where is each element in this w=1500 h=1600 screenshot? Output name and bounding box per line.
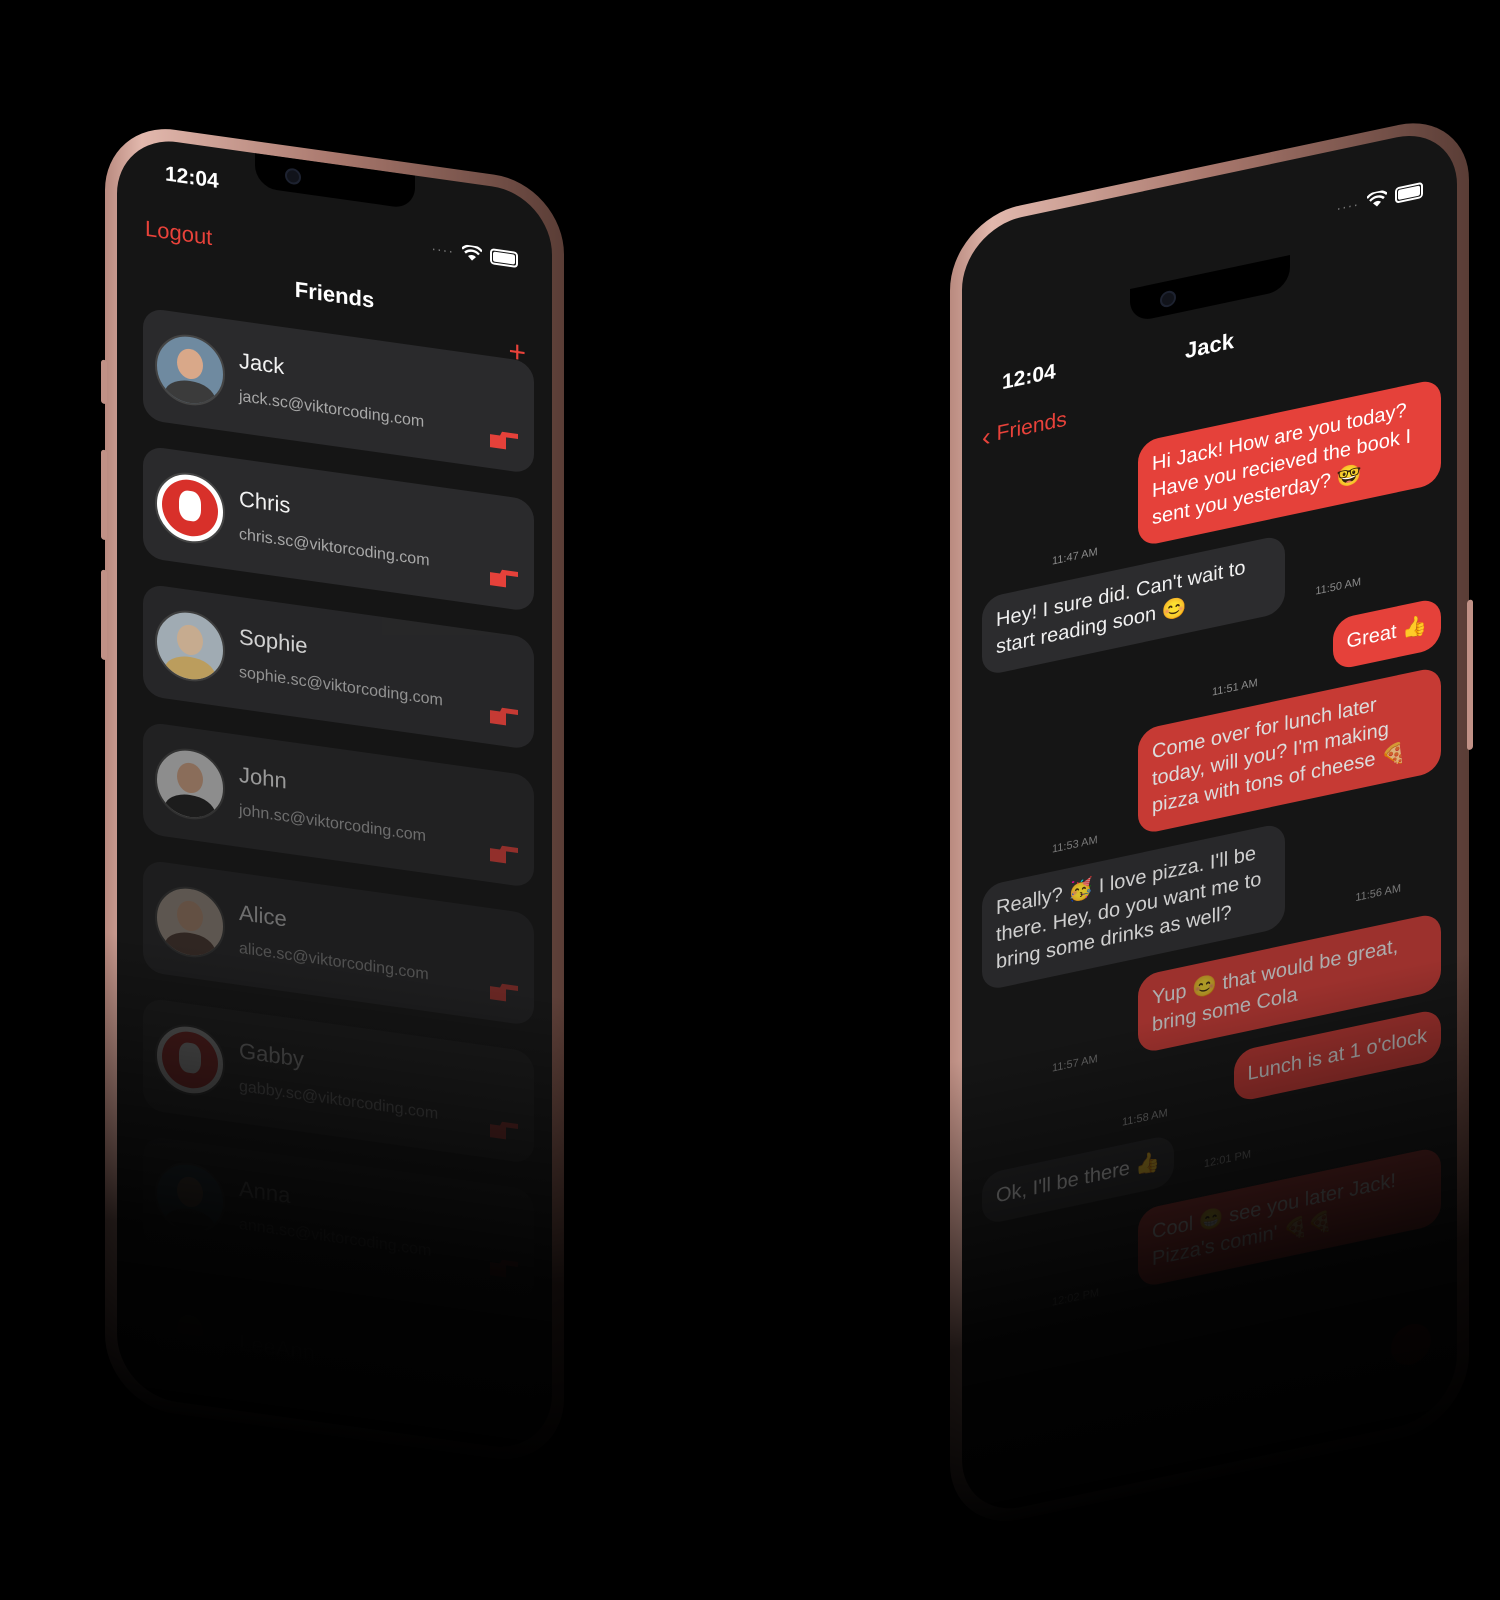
notch: [1129, 255, 1290, 324]
message-time: 11:47 AM: [1052, 545, 1098, 568]
message-time: 11:53 AM: [1052, 833, 1098, 856]
chat-phone: 12:04 ···· Jack ‹ Friends Hi Jack! How a…: [950, 110, 1473, 1535]
friend-row[interactable]: Chris chris.sc@viktorcoding.com: [143, 445, 534, 613]
friend-row[interactable]: Anna anna.sc@viktorcoding.com: [143, 1135, 534, 1303]
message-time: 12:01 PM: [1203, 1148, 1251, 1171]
message-time: 11:56 AM: [1355, 882, 1401, 905]
friend-row[interactable]: LeeAnn: [143, 1273, 534, 1441]
avatar: [155, 744, 225, 824]
back-button[interactable]: ‹ Friends: [982, 407, 1067, 453]
status-icons: ····: [431, 239, 518, 269]
pointing-hand-icon[interactable]: [488, 842, 520, 868]
message-time: 11:51 AM: [1212, 676, 1258, 699]
wifi-icon: [1366, 189, 1388, 209]
chevron-left-icon: ‹: [982, 420, 991, 453]
friend-row[interactable]: John john.sc@viktorcoding.com: [143, 721, 534, 889]
status-time: 12:04: [165, 162, 219, 193]
friend-row[interactable]: Gabby gabby.sc@viktorcoding.com: [143, 997, 534, 1165]
logout-button[interactable]: Logout: [145, 216, 212, 251]
message-time: 11:57 AM: [1052, 1052, 1098, 1075]
camera: [1159, 289, 1176, 309]
pointing-hand-icon[interactable]: [488, 1118, 520, 1144]
battery-icon: [490, 248, 518, 269]
friend-row[interactable]: Alice alice.sc@viktorcoding.com: [143, 859, 534, 1027]
wifi-icon: [461, 244, 483, 263]
friend-row[interactable]: Jack jack.sc@viktorcoding.com: [143, 307, 534, 475]
avatar: [155, 1158, 225, 1238]
message-time: 11:58 AM: [1122, 1107, 1168, 1129]
message-list: Hi Jack! How are you today? Have you rec…: [982, 377, 1441, 1340]
pointing-hand-icon[interactable]: [488, 1256, 520, 1282]
avatar: [155, 606, 225, 686]
signal-icon: ····: [431, 239, 454, 260]
friends-screen: 12:04 ···· Logout Friends + Jack jack.sc@…: [117, 133, 552, 1455]
back-label: Friends: [996, 407, 1067, 446]
message-time: 12:02 PM: [1052, 1286, 1100, 1309]
message-time: 11:50 AM: [1315, 575, 1361, 598]
avatar: [155, 468, 225, 548]
status-icons: ····: [1336, 181, 1423, 217]
volume-down-button: [101, 569, 107, 661]
battery-icon: [1395, 181, 1423, 204]
chat-screen: 12:04 ···· Jack ‹ Friends Hi Jack! How a…: [962, 124, 1457, 1520]
power-button: [1467, 599, 1473, 751]
avatar: [155, 330, 225, 410]
avatar: [155, 1296, 225, 1376]
message-bubble[interactable]: Great 👍: [1332, 596, 1441, 672]
mute-switch: [101, 359, 107, 405]
pointing-hand-icon[interactable]: [488, 428, 520, 454]
pointing-hand-icon[interactable]: [488, 566, 520, 592]
friend-row[interactable]: Sophie sophie.sc@viktorcoding.com: [143, 583, 534, 751]
avatar: [155, 1020, 225, 1100]
friends-phone: 12:04 ···· Logout Friends + Jack jack.sc@…: [101, 120, 564, 1469]
friend-name: LeeAnn: [239, 1329, 315, 1366]
avatar: [155, 882, 225, 962]
volume-up-button: [101, 449, 107, 541]
signal-icon: ····: [1336, 195, 1359, 217]
send-icon[interactable]: [1391, 1320, 1431, 1369]
pointing-hand-icon[interactable]: [488, 704, 520, 730]
pointing-hand-icon[interactable]: [488, 980, 520, 1006]
friends-list: Jack jack.sc@viktorcoding.com Chris chris.…: [143, 307, 534, 1454]
